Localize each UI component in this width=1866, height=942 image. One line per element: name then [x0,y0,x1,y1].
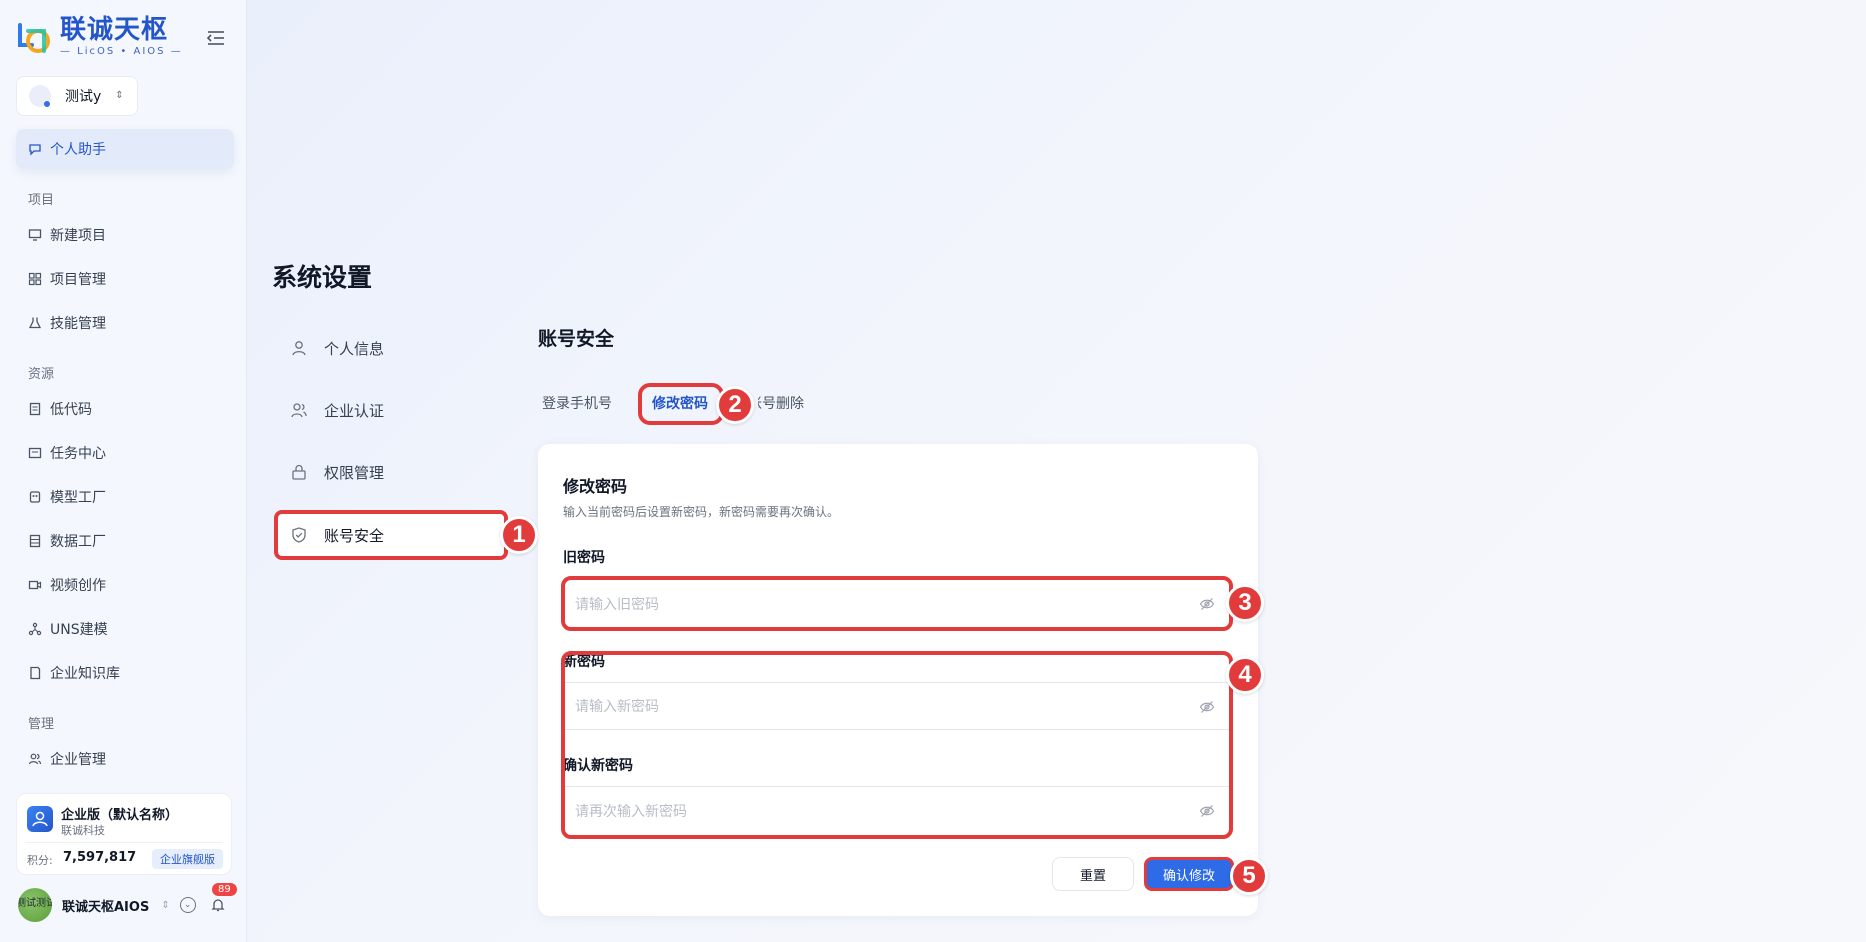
avatar[interactable]: 测试测试 [18,888,52,922]
avatar-text: 测试测试 [18,898,52,909]
chevron-updown-icon[interactable]: ⇕ [161,900,169,911]
settings-nav-enterprise-verification[interactable]: 企业认证 [274,386,502,434]
task-icon [28,446,42,460]
sidebar-item-label: 技能管理 [50,316,106,332]
sidebar-item-label: 个人助手 [50,142,106,158]
logo-mark-icon [18,22,50,53]
monitor-icon [28,228,42,242]
annotation-highlight-new-passwords [561,651,1233,839]
organization-logo [27,806,53,832]
sidebar-item-personal-assistant[interactable]: 个人助手 [16,129,234,169]
users-icon [290,401,308,419]
notification-count-badge: 89 [212,883,237,896]
sidebar-item-label: 低代码 [50,402,92,418]
document-icon [28,402,42,416]
reset-button[interactable]: 重置 [1052,857,1134,891]
organization-name: 企业版（默认名称） [61,808,179,823]
settings-nav-label: 权限管理 [324,463,385,482]
sidebar-item-label: 企业知识库 [50,666,120,682]
collapse-sidebar-icon[interactable] [204,28,228,48]
sidebar-item-label: 视频创作 [50,578,106,594]
network-icon [28,622,42,636]
annotation-marker-2: 2 [716,386,754,424]
tab-login-phone[interactable]: 登录手机号 [542,393,612,413]
users-icon [28,752,42,766]
sidebar-item-label: 项目管理 [50,272,106,288]
database-icon [28,534,42,548]
sidebar-item-label: 新建项目 [50,228,106,244]
sidebar-item-label: 任务中心 [50,446,106,462]
sidebar-item-label: 模型工厂 [50,490,106,506]
card-title: 修改密码 [563,477,628,496]
section-header-management: 管理 [28,717,55,732]
annotation-marker-3: 3 [1226,584,1264,622]
sidebar-item-label: UNS建模 [50,622,108,638]
settings-nav-permission-management[interactable]: 权限管理 [274,448,502,496]
workspace-switcher[interactable]: 测试y ⇕ [16,76,138,116]
sidebar-item-label: 企业管理 [50,752,106,768]
sidebar: 联诚天枢 — LicOS • AIOS — 测试y ⇕ 个人助手 项目 新建项目… [0,0,247,942]
bell-icon[interactable] [210,897,226,913]
sidebar-item-data-factory[interactable]: 数据工厂 [16,521,234,561]
sidebar-item-knowledge-base[interactable]: 企业知识库 [16,653,234,693]
section-title: 账号安全 [538,328,615,350]
divider [25,842,223,843]
page-title: 系统设置 [272,263,373,292]
user-name: 联诚天枢AIOS [62,899,150,915]
tab-delete-account[interactable]: 账号删除 [758,393,804,413]
annotation-marker-1: 1 [500,516,538,554]
settings-nav-account-security[interactable]: 账号安全 [274,510,508,560]
lock-icon [290,463,308,481]
sidebar-item-model-factory[interactable]: 模型工厂 [16,477,234,517]
annotation-marker-4: 4 [1226,656,1264,694]
settings-nav-label: 个人信息 [324,339,385,358]
brand-subtitle: — LicOS • AIOS — [60,46,183,57]
user-icon [290,339,308,357]
section-header-resources: 资源 [28,367,55,382]
sidebar-item-low-code[interactable]: 低代码 [16,389,234,429]
section-header-projects: 项目 [28,193,55,208]
confirm-change-button[interactable]: 确认修改 [1144,857,1234,891]
sidebar-item-uns-modeling[interactable]: UNS建模 [16,609,234,649]
brand-title: 联诚天枢 [60,15,169,45]
sidebar-item-skill-management[interactable]: 技能管理 [16,303,234,343]
points-label: 积分: [27,854,53,867]
sidebar-item-project-management[interactable]: 项目管理 [16,259,234,299]
annotation-highlight-old-password [561,576,1233,631]
workspace-avatar [29,85,51,107]
points-value: 7,597,817 [63,850,137,865]
settings-nav-label: 账号安全 [324,526,385,545]
robot-icon [28,490,42,504]
annotation-marker-5: 5 [1230,857,1268,895]
card-description: 输入当前密码后设置新密码，新密码需要再次确认。 [563,505,840,519]
sidebar-item-video-creation[interactable]: 视频创作 [16,565,234,605]
sidebar-item-label: 数据工厂 [50,534,106,550]
grid-icon [28,272,42,286]
chat-icon [28,142,42,156]
sidebar-item-new-project[interactable]: 新建项目 [16,215,234,255]
video-icon [28,578,42,592]
chevron-circle-icon[interactable]: ⌄ [179,897,196,913]
shield-check-icon [290,526,308,544]
organization-company: 联诚科技 [61,824,105,837]
old-password-label: 旧密码 [563,550,605,566]
book-icon [28,666,42,680]
settings-nav-personal-info[interactable]: 个人信息 [274,324,502,372]
brand-logo[interactable]: 联诚天枢 — LicOS • AIOS — [14,16,183,57]
flask-icon [28,316,42,330]
settings-nav-label: 企业认证 [324,401,385,420]
plan-badge: 企业旗舰版 [152,849,223,869]
sidebar-item-enterprise-management[interactable]: 企业管理 [16,739,234,779]
chevron-updown-icon: ⇕ [115,90,124,101]
organization-card[interactable]: 企业版（默认名称） 联诚科技 积分: 7,597,817 企业旗舰版 [16,793,232,875]
sidebar-item-task-center[interactable]: 任务中心 [16,433,234,473]
annotation-highlight-tab [638,383,724,425]
workspace-label: 测试y [65,89,102,105]
